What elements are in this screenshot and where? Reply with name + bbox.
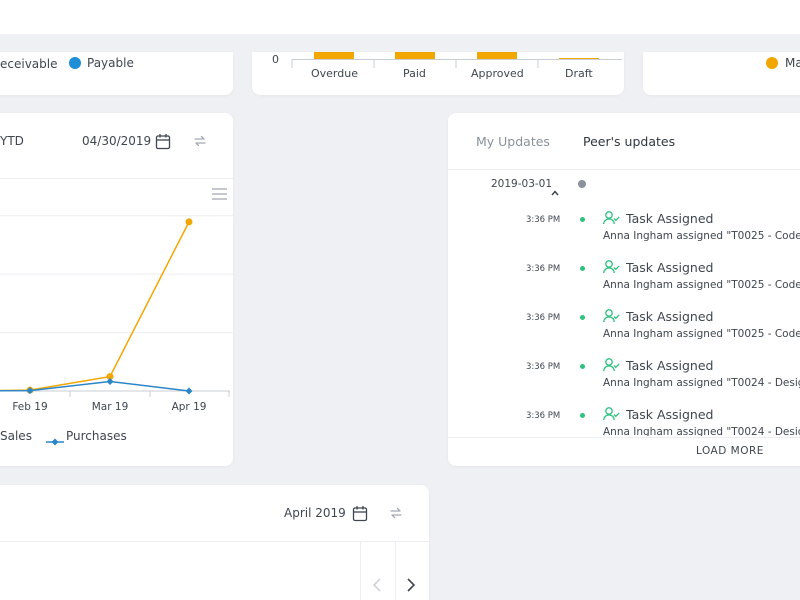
- item-description: Anna Ingham assigned "T0025 - Code: [603, 230, 800, 242]
- data-point-sales: [185, 218, 193, 226]
- tab-my-updates[interactable]: My Updates: [476, 134, 550, 149]
- status-dot: [580, 364, 585, 369]
- x-tick-label: Feb 19: [12, 401, 47, 413]
- nav-divider: [395, 542, 396, 600]
- user-check-icon: [603, 259, 620, 274]
- sales-purchases-card: YTD 04/30/2019 Feb 19 Mar 19 Apr 19 Sales …: [0, 113, 233, 466]
- list-item[interactable]: 3:36 PM Task Assigned Anna Ingham assign…: [448, 406, 800, 436]
- right-top-card: Ma: [643, 52, 800, 95]
- item-title: Task Assigned: [626, 260, 714, 275]
- invoice-status-card: 0 Overdue Paid Approved Draft: [252, 52, 624, 95]
- item-description: Anna Ingham assigned "T0024 - Desig: [603, 426, 800, 436]
- bottom-calendar-card: April 2019: [0, 485, 429, 600]
- data-point-purchases: [106, 378, 114, 386]
- category-label: Paid: [403, 67, 426, 80]
- item-time: 3:36 PM: [526, 362, 561, 372]
- legend-payable-dot: [69, 57, 81, 69]
- item-description: Anna Ingham assigned "T0024 - Desig: [603, 377, 800, 389]
- data-point-purchases: [185, 387, 193, 395]
- item-time: 3:36 PM: [526, 215, 561, 225]
- bar-overdue: [314, 52, 354, 59]
- legend-receivable-label[interactable]: eceivable: [0, 57, 58, 71]
- load-more-divider: [448, 437, 800, 438]
- item-title: Task Assigned: [626, 309, 714, 324]
- date-group-dot: [578, 180, 586, 188]
- chevron-up-icon[interactable]: [551, 181, 559, 196]
- refresh-icon[interactable]: [192, 133, 208, 149]
- item-description: Anna Ingham assigned "T0025 - Code: [603, 279, 800, 291]
- legend-payable-label[interactable]: Payable: [87, 56, 134, 70]
- category-label: Approved: [471, 67, 524, 80]
- date-label: 04/30/2019: [82, 134, 152, 148]
- user-check-icon: [603, 210, 620, 225]
- chevron-left-icon[interactable]: [372, 577, 381, 592]
- item-time: 3:36 PM: [526, 264, 561, 274]
- item-title: Task Assigned: [626, 358, 714, 373]
- legend-label[interactable]: Ma: [785, 56, 800, 70]
- tabs-divider: [448, 169, 800, 170]
- sales-purchases-line-chart: Feb 19 Mar 19 Apr 19: [0, 215, 233, 413]
- item-title: Task Assigned: [626, 407, 714, 422]
- nav-divider: [360, 542, 361, 600]
- list-item[interactable]: 3:36 PM Task Assigned Anna Ingham assign…: [448, 210, 800, 250]
- legend-purchases-marker: [46, 431, 64, 446]
- status-dot: [580, 315, 585, 320]
- category-label: Overdue: [311, 67, 358, 80]
- item-title: Task Assigned: [626, 211, 714, 226]
- date-group-label: 2019-03-01: [491, 178, 553, 190]
- refresh-icon[interactable]: [388, 505, 404, 521]
- list-item[interactable]: 3:36 PM Task Assigned Anna Ingham assign…: [448, 357, 800, 397]
- item-time: 3:36 PM: [526, 411, 561, 421]
- receivable-payable-card: eceivable Payable: [0, 52, 233, 95]
- series-line-sales: [0, 221, 190, 392]
- user-check-icon: [603, 308, 620, 323]
- legend-sales-label[interactable]: Sales: [0, 429, 32, 443]
- user-check-icon: [603, 357, 620, 372]
- month-label: April 2019: [284, 506, 346, 520]
- card-divider: [0, 541, 429, 542]
- card-divider: [0, 178, 233, 179]
- x-tick-label: Apr 19: [172, 401, 207, 413]
- tab-peers-updates[interactable]: Peer's updates: [583, 134, 675, 149]
- status-dot: [580, 413, 585, 418]
- status-dot: [580, 217, 585, 222]
- status-dot: [580, 266, 585, 271]
- bar-paid: [395, 52, 435, 59]
- updates-card: My Updates Peer's updates 2019-03-01 3:3…: [448, 113, 800, 466]
- item-time: 3:36 PM: [526, 313, 561, 323]
- category-label: Draft: [565, 67, 593, 80]
- user-check-icon: [603, 406, 620, 421]
- x-tick-label: Mar 19: [92, 401, 129, 413]
- list-item[interactable]: 3:36 PM Task Assigned Anna Ingham assign…: [448, 308, 800, 348]
- load-more-button[interactable]: LOAD MORE: [696, 445, 764, 457]
- legend-dot: [766, 57, 778, 69]
- bar-approved: [477, 52, 517, 59]
- period-label[interactable]: YTD: [0, 134, 24, 148]
- top-bar: [0, 0, 800, 34]
- calendar-icon[interactable]: [352, 505, 368, 522]
- calendar-icon[interactable]: [155, 133, 171, 150]
- legend-purchases-label[interactable]: Purchases: [66, 429, 127, 443]
- item-description: Anna Ingham assigned "T0025 - Code: [603, 328, 800, 340]
- list-item[interactable]: 3:36 PM Task Assigned Anna Ingham assign…: [448, 259, 800, 299]
- chevron-right-icon[interactable]: [407, 577, 416, 592]
